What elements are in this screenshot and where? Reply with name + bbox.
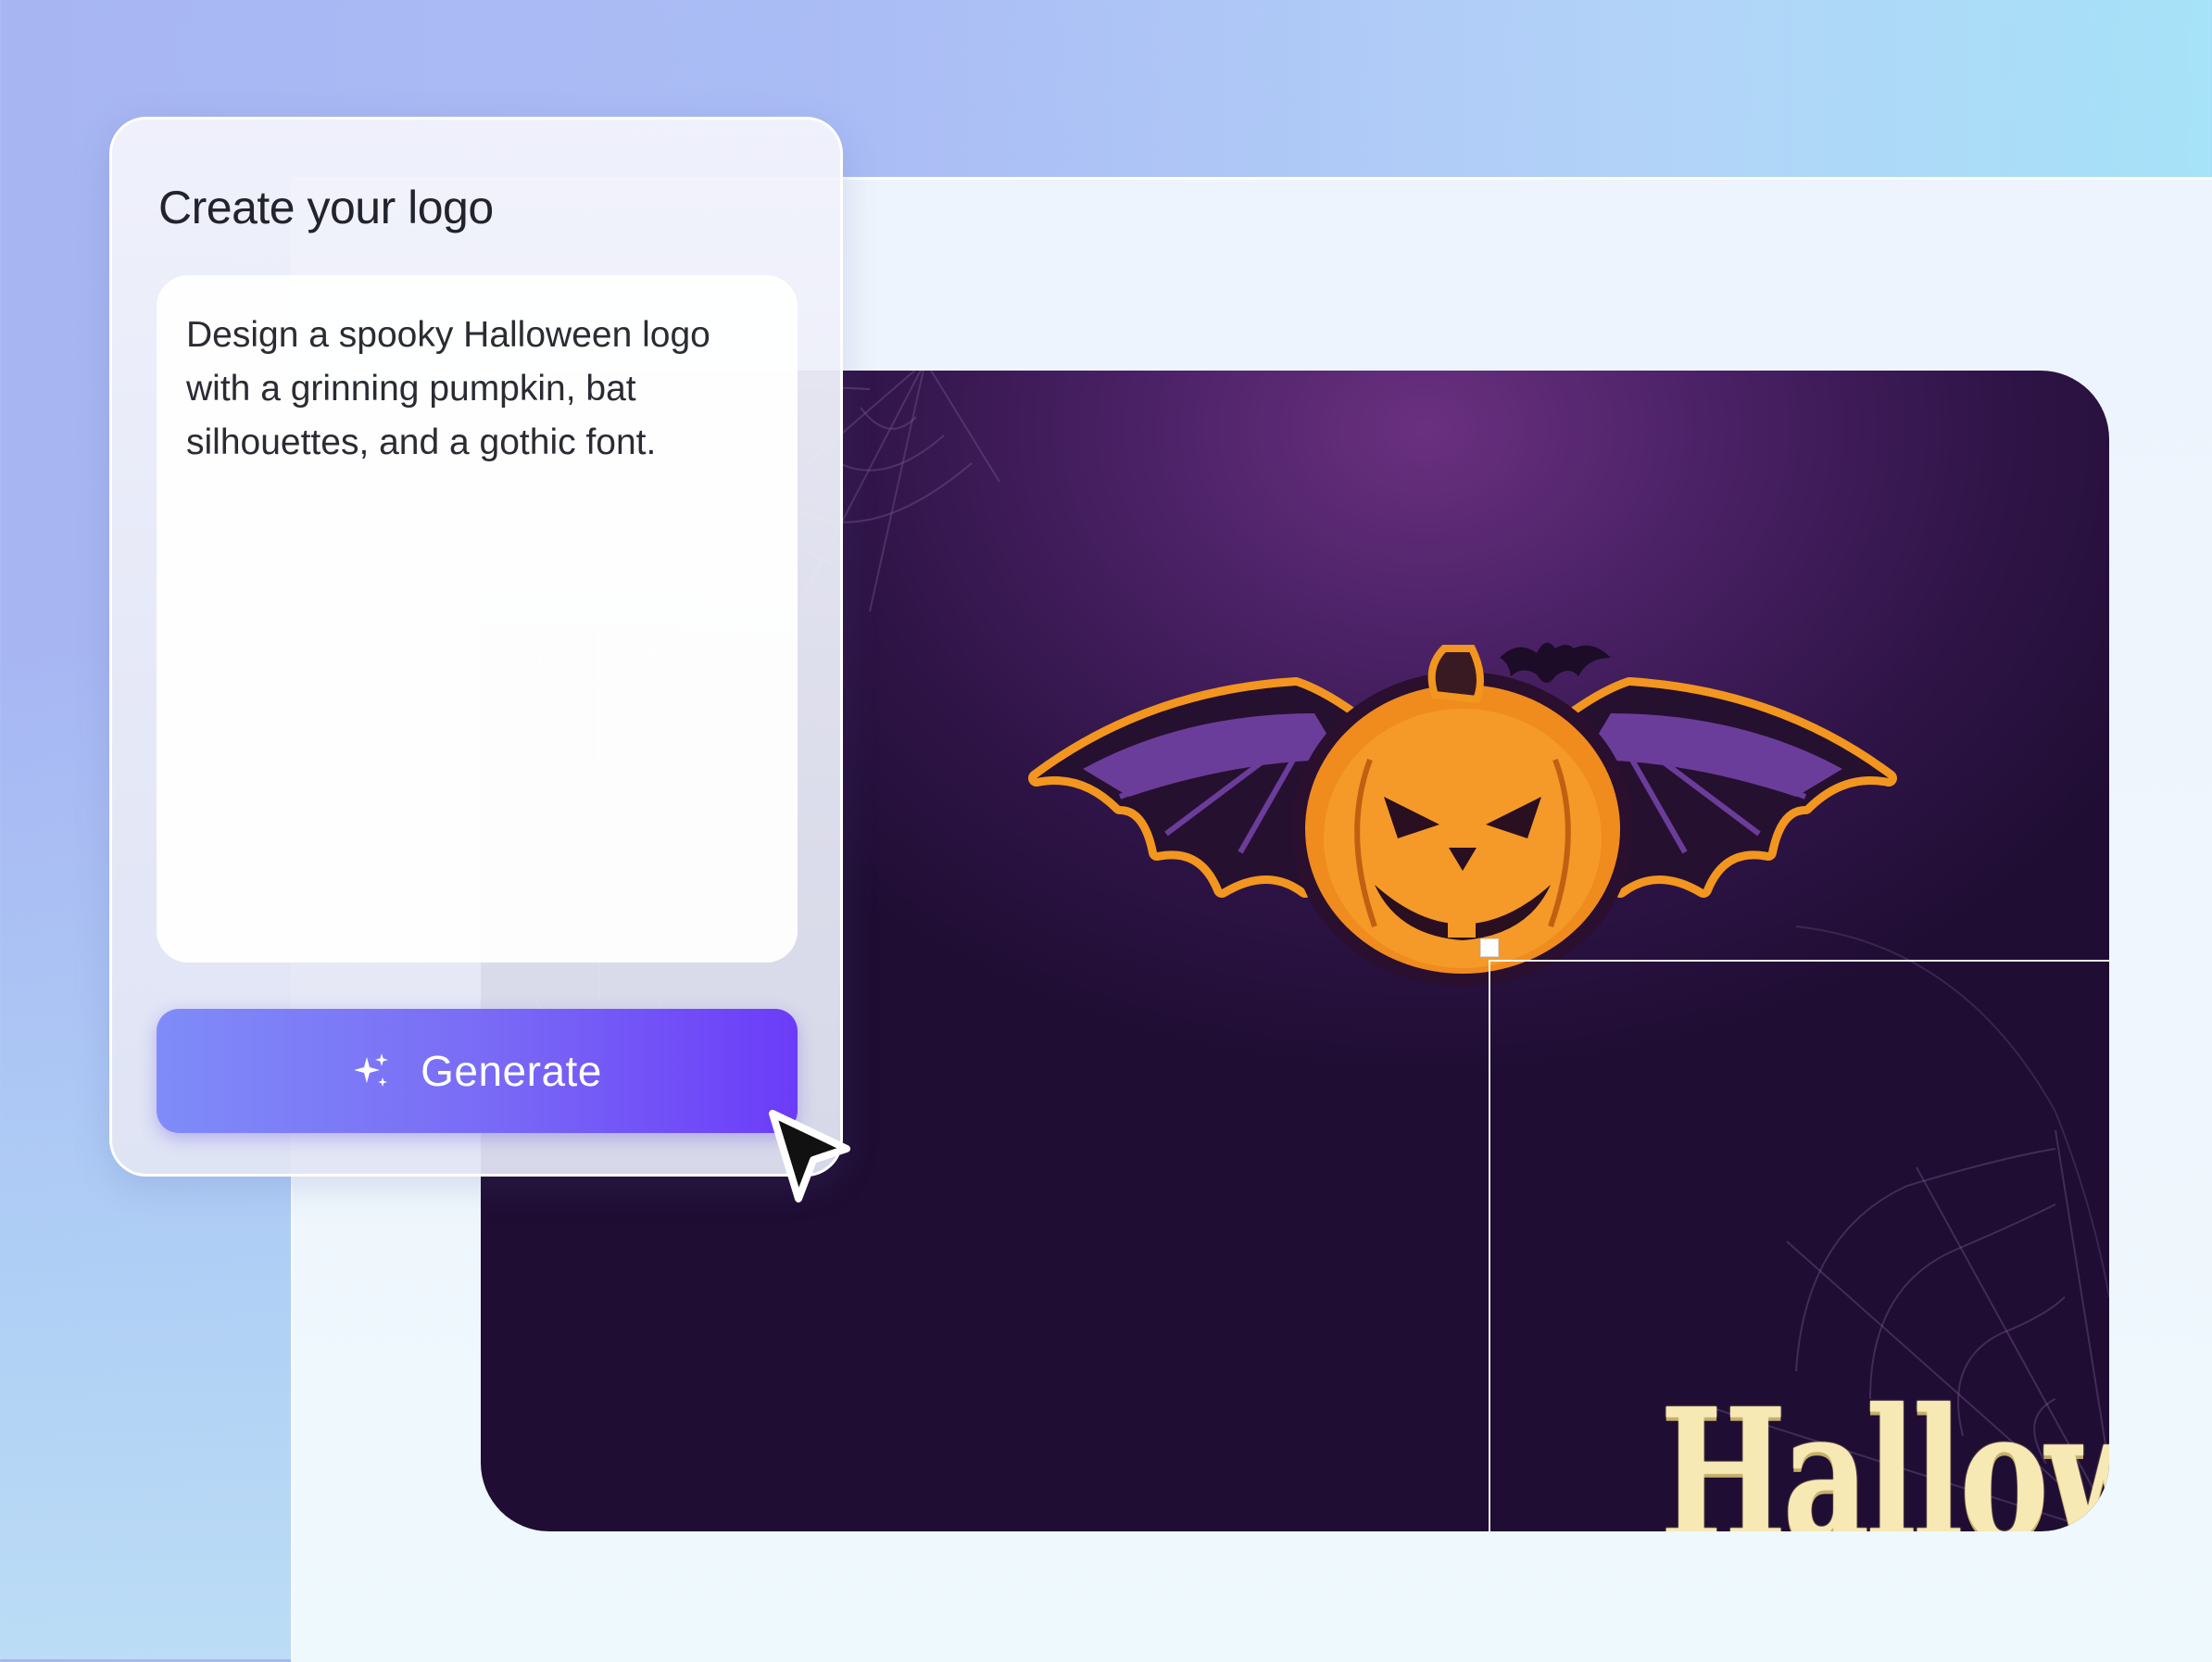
pointer-cursor-icon bbox=[769, 1110, 850, 1202]
panel-title: Create your logo bbox=[158, 182, 494, 233]
small-bat-icon bbox=[1500, 642, 1611, 684]
generate-label: Generate bbox=[421, 1047, 602, 1095]
sparkle-icon bbox=[354, 1053, 389, 1087]
prompt-text: Design a spooky Halloween logo with a gr… bbox=[186, 315, 710, 462]
selection-box[interactable] bbox=[1489, 960, 2109, 1531]
moon-icon bbox=[1332, 621, 1412, 694]
pumpkin-icon bbox=[1291, 645, 1634, 987]
prompt-input[interactable]: Design a spooky Halloween logo with a gr… bbox=[157, 275, 798, 963]
create-logo-panel: Create your logo Design a spooky Hallowe… bbox=[109, 117, 843, 1177]
selection-handle-top-left[interactable] bbox=[1480, 938, 1499, 957]
generate-button[interactable]: Generate bbox=[157, 1009, 798, 1133]
